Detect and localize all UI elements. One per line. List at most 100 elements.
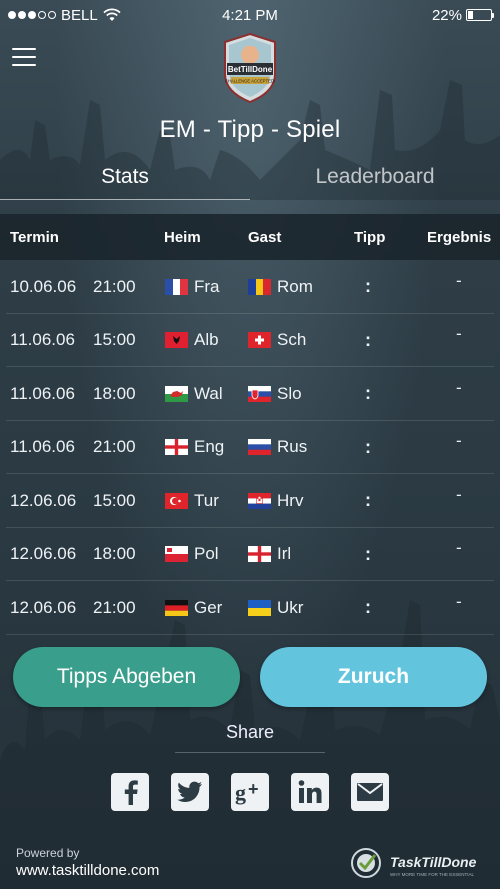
home-team: Tur: [165, 474, 219, 527]
home-team: Ger: [165, 581, 222, 634]
bettilldone-logo: BetTillDone CHALLENGE ACCEPTED!: [224, 32, 276, 104]
home-flag-icon: [165, 439, 188, 455]
logo-text: BetTillDone: [228, 65, 273, 74]
back-button[interactable]: Zuruch: [260, 647, 487, 707]
home-team-label: Ger: [194, 597, 223, 617]
away-team: Sch: [248, 314, 306, 367]
svg-text:+: +: [248, 779, 259, 799]
submit-tips-button[interactable]: Tipps Abgeben: [13, 647, 240, 707]
away-team-label: Sch: [277, 330, 307, 349]
match-date: 11.06.06: [10, 383, 75, 403]
tip-input[interactable]: :: [365, 528, 371, 581]
brand-tagline: WHY MORE TIME FOR THE ESSENTIAL: [390, 872, 475, 877]
app-header: BetTillDone CHALLENGE ACCEPTED!: [0, 30, 500, 104]
match-time: 15:00: [93, 330, 136, 349]
table-row[interactable]: 11.06.06 18:00 Wal Slo: -: [6, 367, 494, 421]
home-team-label: Fra: [194, 276, 220, 296]
match-time: 21:00: [93, 276, 136, 296]
tip-input[interactable]: :: [365, 260, 371, 313]
tip-input[interactable]: :: [365, 581, 371, 634]
share-label: Share: [225, 722, 275, 742]
tab-stats[interactable]: Stats: [0, 160, 250, 200]
away-team-label: Rom: [277, 276, 313, 296]
away-flag-icon: [248, 385, 271, 402]
home-team: Eng: [165, 421, 224, 474]
home-flag-icon: [165, 546, 188, 562]
header-tipp: Tipp: [354, 228, 386, 246]
table-row[interactable]: 12.06.06 21:00 Ger Ukr: -: [6, 581, 494, 635]
table-row[interactable]: 12.06.06 15:00 Tur Hrv: -: [6, 474, 494, 528]
home-flag-icon: [165, 278, 188, 295]
google-plus-icon[interactable]: g +: [231, 773, 269, 811]
away-flag-icon: [248, 546, 271, 562]
home-team: Wal: [165, 367, 223, 420]
home-team: Pol: [165, 528, 219, 581]
facebook-icon[interactable]: [111, 773, 149, 811]
match-time: 21:00: [93, 597, 136, 617]
social-share-bar: g +: [111, 773, 389, 811]
tab-leaderboard[interactable]: Leaderboard: [250, 160, 500, 200]
status-bar: BELL 4:21 PM 22%: [0, 0, 500, 30]
tip-input[interactable]: :: [365, 367, 371, 420]
tip-input[interactable]: :: [365, 314, 371, 367]
away-flag-icon: [248, 278, 271, 295]
fixtures-table: Termin Heim Gast Tipp Ergebnis 10.06.06 2…: [0, 214, 500, 635]
share-divider: [175, 752, 325, 753]
match-result: -: [456, 431, 462, 450]
away-team-label: Slo: [277, 383, 302, 403]
tip-input[interactable]: :: [365, 474, 371, 527]
tip-input[interactable]: :: [365, 421, 371, 474]
home-flag-icon: [165, 599, 188, 616]
match-date: 11.06.06: [10, 330, 75, 349]
away-team-label: Rus: [277, 437, 308, 456]
home-team-label: Pol: [194, 544, 219, 563]
away-flag-icon: [248, 492, 271, 509]
header-termin: Termin: [10, 228, 59, 246]
away-team-label: Hrv: [277, 490, 304, 510]
powered-by-label: Powered by: [16, 846, 80, 860]
match-result: -: [456, 270, 462, 290]
away-flag-icon: [248, 332, 271, 348]
page-title: EM - Tipp - Spiel: [159, 116, 341, 143]
away-team-label: Irl: [277, 544, 292, 563]
twitter-icon[interactable]: [171, 773, 209, 811]
table-row[interactable]: 12.06.06 18:00 Pol Irl: -: [6, 528, 494, 581]
header-ergebnis: Ergebnis: [427, 228, 492, 246]
home-flag-icon: [165, 332, 188, 348]
match-date: 11.06.06: [10, 437, 75, 456]
away-team-label: Ukr: [277, 597, 304, 617]
home-team-label: Alb: [194, 330, 219, 349]
match-time: 18:00: [93, 544, 136, 563]
home-team: Fra: [165, 260, 220, 313]
match-date: 12.06.06: [10, 597, 77, 617]
svg-text:g: g: [235, 780, 246, 805]
mail-icon[interactable]: [351, 773, 389, 811]
table-row[interactable]: 10.06.06 21:00 Fra Rom: -: [6, 260, 494, 314]
away-team: Rus: [248, 421, 307, 474]
linkedin-icon[interactable]: [291, 773, 329, 811]
match-result: -: [456, 484, 462, 504]
away-team: Hrv: [248, 474, 303, 527]
table-row[interactable]: 11.06.06 15:00 Alb Sch: -: [6, 314, 494, 367]
tasktilldone-logo[interactable]: TaskTillDone WHY MORE TIME FOR THE ESSEN…: [350, 845, 485, 881]
header-heim: Heim: [164, 228, 201, 246]
away-team: Slo: [248, 367, 302, 420]
tab-bar: Stats Leaderboard: [0, 160, 500, 200]
match-result: -: [456, 591, 462, 611]
brand-name: TaskTillDone: [390, 854, 477, 870]
away-flag-icon: [248, 599, 271, 616]
logo-sub: CHALLENGE ACCEPTED!: [225, 79, 275, 84]
hamburger-menu-button[interactable]: [12, 48, 36, 66]
home-flag-icon: [165, 385, 188, 402]
home-team-label: Eng: [194, 437, 225, 456]
match-time: 15:00: [93, 490, 136, 510]
home-team-label: Wal: [194, 383, 223, 403]
clock: 4:21 PM: [222, 6, 278, 24]
match-result: -: [456, 324, 462, 343]
match-time: 21:00: [93, 437, 136, 456]
table-row[interactable]: 11.06.06 21:00 Eng Rus: -: [6, 421, 494, 474]
match-result: -: [456, 377, 462, 397]
header-gast: Gast: [248, 228, 282, 246]
website-link[interactable]: www.tasktilldone.com: [16, 862, 159, 879]
match-time: 18:00: [93, 383, 136, 403]
